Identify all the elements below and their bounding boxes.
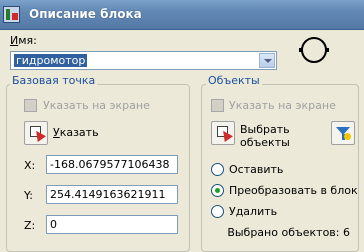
y-field[interactable]: 254.4149163621911 [46,185,178,204]
selected-objects-count: Выбрано объектов: 6 [227,226,350,239]
convert-to-block-radio[interactable] [211,184,224,197]
delete-radio[interactable] [211,205,224,218]
y-label: Y: [24,189,33,202]
window-title: Описание блока [29,7,142,21]
base-point-title: Базовая точка [10,74,98,87]
select-objects-label: Выбрать объекты [240,123,290,149]
convert-to-block-label: Преобразовать в блок [229,184,358,197]
app-icon [3,6,20,23]
objects-title: Объекты [206,74,262,87]
block-preview-icon [299,37,329,63]
z-field[interactable]: 0 [46,215,178,234]
quick-select-filter-button[interactable] [331,121,355,145]
retain-radio[interactable] [211,163,224,176]
name-combobox[interactable]: гидромотор [10,51,277,70]
name-label: Имя: [10,34,37,47]
x-label: X: [24,159,36,172]
pick-point-label: Указать [53,126,99,139]
x-field[interactable]: -168.0679577106438 [46,155,178,174]
retain-label: Оставить [229,163,284,176]
title-bar: Описание блока [0,0,364,30]
z-label: Z: [24,219,36,232]
base-specify-on-screen-checkbox[interactable] [24,99,37,112]
objects-specify-on-screen-checkbox[interactable] [211,99,224,112]
base-specify-on-screen-label: Указать на экране [43,99,150,112]
delete-label: Удалить [229,205,278,218]
name-value: гидромотор [14,54,88,67]
objects-specify-on-screen-label: Указать на экране [229,99,336,112]
pick-point-button[interactable] [24,121,48,145]
combo-dropdown-arrow-icon[interactable] [259,53,275,68]
block-definition-dialog: Описание блока Имя: гидромотор Базовая т… [0,0,364,252]
select-objects-button[interactable] [211,121,235,145]
